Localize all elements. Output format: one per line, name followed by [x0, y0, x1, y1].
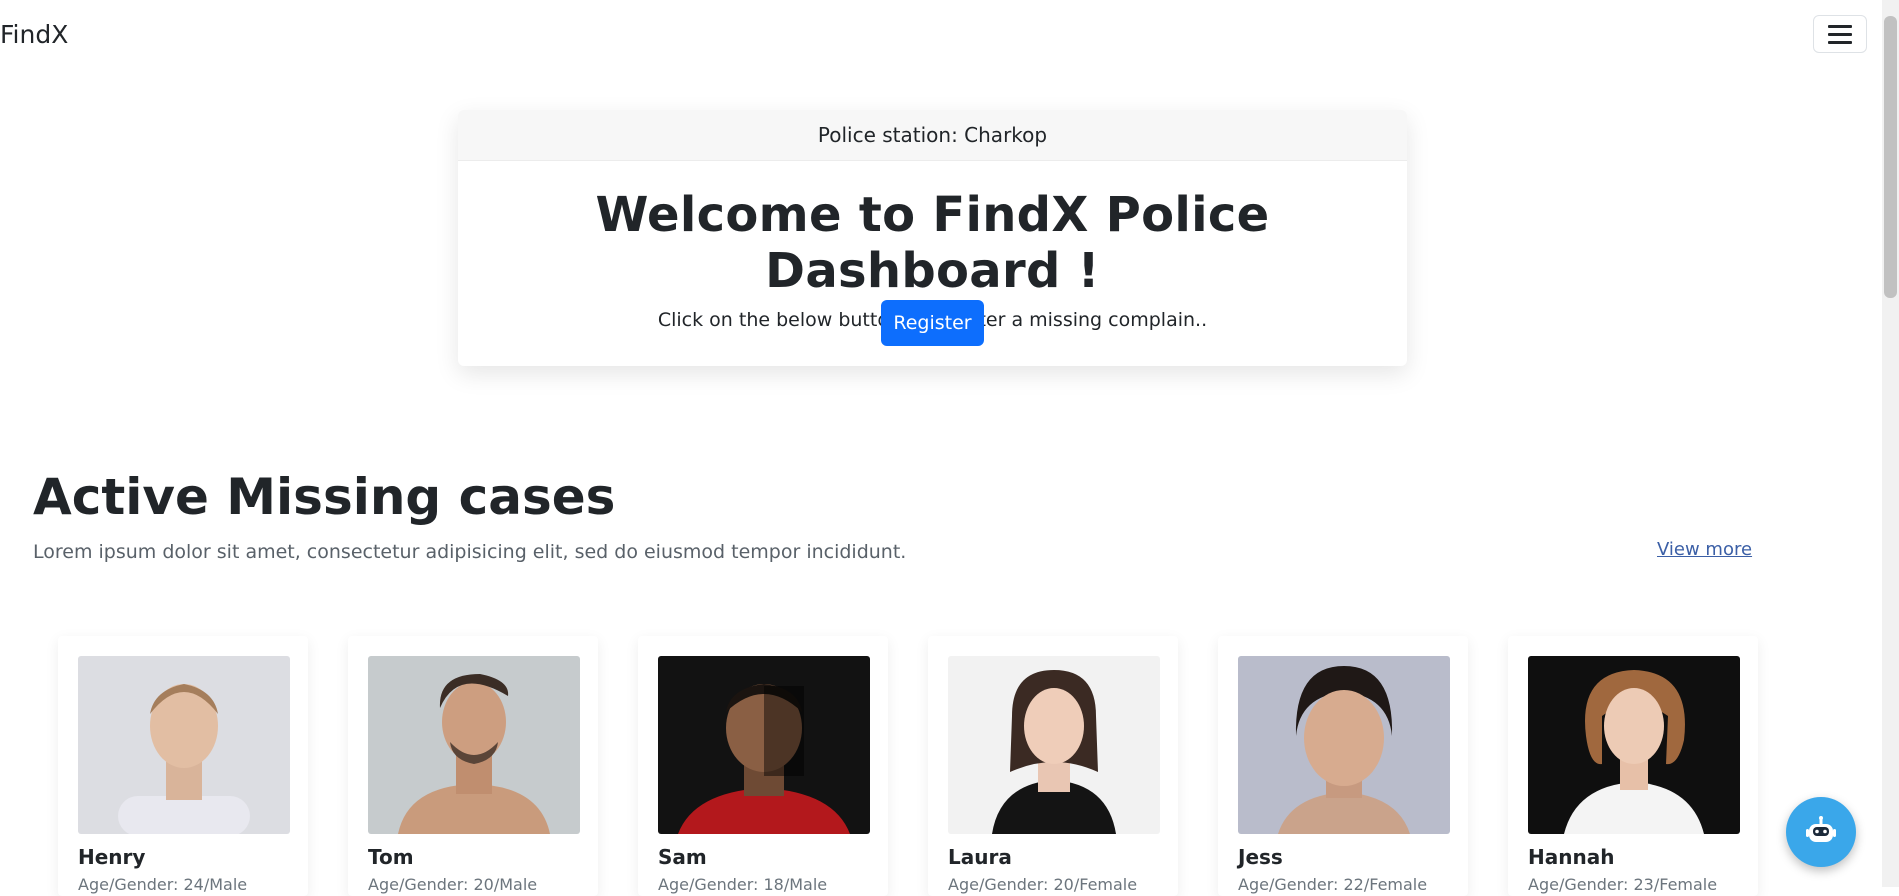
case-card[interactable]: Jess Age/Gender: 22/Female [1218, 636, 1468, 896]
case-name: Hannah [1528, 845, 1615, 869]
case-card[interactable]: Laura Age/Gender: 20/Female [928, 636, 1178, 896]
brand-logo[interactable]: FindX [0, 20, 68, 49]
section-description: Lorem ipsum dolor sit amet, consectetur … [33, 541, 907, 563]
case-name: Henry [78, 845, 146, 869]
police-station-header: Police station: Charkop [458, 110, 1407, 161]
case-age-gender: Age/Gender: 24/Male [78, 875, 248, 894]
welcome-card: Police station: Charkop Welcome to FindX… [458, 110, 1407, 366]
section-title: Active Missing cases [33, 468, 616, 526]
case-card[interactable]: Tom Age/Gender: 20/Male [348, 636, 598, 896]
case-age-gender: Age/Gender: 20/Male [368, 875, 538, 894]
person-photo [948, 656, 1160, 834]
hamburger-icon-line [1828, 40, 1852, 44]
case-name: Jess [1238, 845, 1283, 869]
chatbot-button[interactable] [1786, 797, 1856, 867]
person-photo [1238, 656, 1450, 834]
person-photo [78, 656, 290, 834]
register-button[interactable]: Register [881, 300, 984, 346]
case-age-gender: Age/Gender: 22/Female [1238, 875, 1428, 894]
case-age-gender: Age/Gender: 23/Female [1528, 875, 1718, 894]
person-photo [1528, 656, 1740, 834]
person-photo [658, 656, 870, 834]
case-name: Laura [948, 845, 1012, 869]
scrollbar-thumb[interactable] [1884, 16, 1897, 298]
case-card[interactable]: Henry Age/Gender: 24/Male [58, 636, 308, 896]
robot-icon [1806, 816, 1836, 842]
view-more-link[interactable]: View more [1657, 539, 1752, 560]
case-card[interactable]: Hannah Age/Gender: 23/Female [1508, 636, 1758, 896]
case-name: Sam [658, 845, 707, 869]
welcome-title: Welcome to FindX Police Dashboard ! [595, 187, 1270, 299]
case-card[interactable]: Sam Age/Gender: 18/Male [638, 636, 888, 896]
hamburger-icon-line [1828, 24, 1852, 28]
case-age-gender: Age/Gender: 20/Female [948, 875, 1138, 894]
case-name: Tom [368, 845, 414, 869]
person-photo [368, 656, 580, 834]
case-age-gender: Age/Gender: 18/Male [658, 875, 828, 894]
hamburger-icon-line [1828, 32, 1852, 36]
menu-toggle-button[interactable] [1813, 15, 1867, 53]
